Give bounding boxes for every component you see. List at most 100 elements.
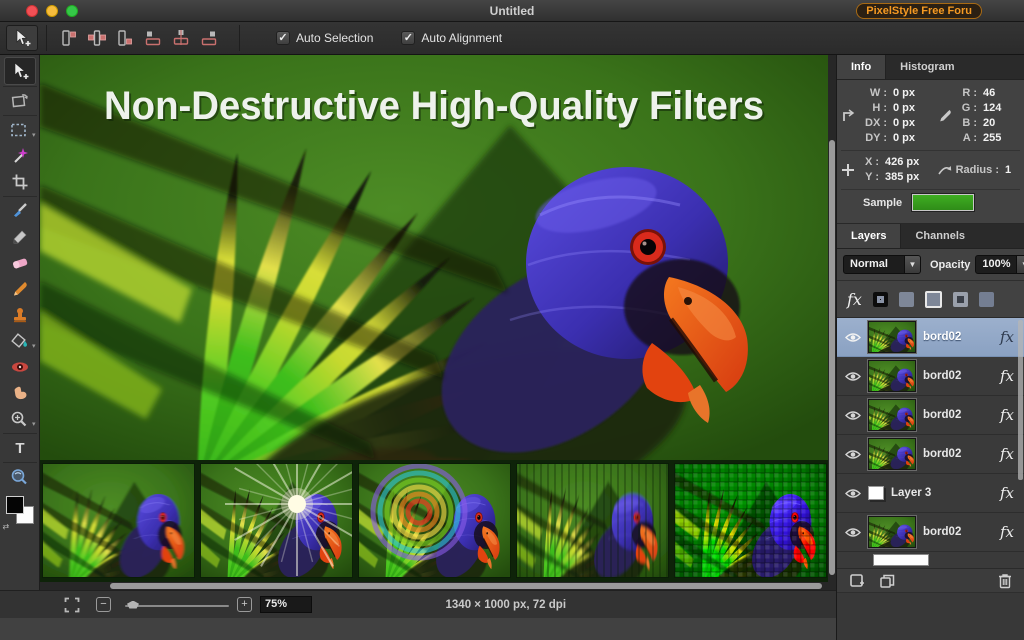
new-layer-icon[interactable]	[849, 573, 865, 589]
zoom-percentage-field[interactable]: 75%	[260, 596, 312, 613]
filter-thumbnail-motion-blur[interactable]	[42, 463, 195, 578]
tool-pencil[interactable]	[4, 224, 36, 250]
tool-crop[interactable]	[4, 169, 36, 195]
sample-color-swatch[interactable]	[912, 194, 974, 211]
tool-marquee-select[interactable]: ▾	[4, 117, 36, 143]
layer-thumbnail[interactable]	[868, 486, 884, 500]
layer-style-button-4[interactable]	[953, 292, 968, 307]
layer-style-button-1[interactable]	[873, 292, 888, 307]
layer-fx-button[interactable]: fx	[1000, 367, 1014, 385]
visibility-eye-icon[interactable]	[845, 449, 861, 460]
zoom-out-button[interactable]: −	[96, 597, 111, 612]
layer-name[interactable]: bord02	[923, 448, 993, 460]
layer-thumbnail[interactable]	[868, 399, 916, 431]
visibility-eye-icon[interactable]	[845, 527, 861, 538]
tool-eyedropper[interactable]	[4, 276, 36, 302]
layer-name[interactable]: bord02	[923, 409, 993, 421]
layer-fx-button[interactable]: fx	[1000, 484, 1014, 502]
tool-move[interactable]	[4, 57, 36, 85]
layer-row[interactable]: bord02 fx	[837, 396, 1024, 435]
tool-brush[interactable]	[4, 198, 36, 224]
foreground-color-swatch[interactable]	[6, 496, 24, 514]
tab-histogram[interactable]: Histogram	[886, 55, 968, 79]
tab-channels[interactable]: Channels	[901, 224, 979, 248]
layer-fx-button[interactable]: fx	[1000, 328, 1014, 346]
align-right-button[interactable]	[111, 25, 139, 51]
swap-colors-icon[interactable]: ⇄	[3, 522, 10, 531]
filter-thumbnail-zoom-rays[interactable]	[200, 463, 353, 578]
blend-mode-dropdown[interactable]: Normal	[843, 255, 905, 274]
vertical-scroll-thumb[interactable]	[829, 140, 835, 575]
align-left-button[interactable]	[55, 25, 83, 51]
visibility-eye-icon[interactable]	[845, 488, 861, 499]
layer-fx-button[interactable]: fx	[1000, 406, 1014, 424]
layer-fx-button[interactable]: fx	[1000, 523, 1014, 541]
visibility-eye-icon[interactable]	[845, 410, 861, 421]
auto-alignment-checkbox[interactable]: ✓ Auto Alignment	[401, 31, 502, 45]
layer-style-button-5[interactable]	[979, 292, 994, 307]
visibility-eye-icon[interactable]	[845, 332, 861, 343]
opacity-dropdown[interactable]: 100%	[975, 255, 1017, 274]
layer-thumbnail[interactable]	[868, 360, 916, 392]
layer-row-partial[interactable]	[837, 552, 1024, 568]
tool-clone-stamp[interactable]	[4, 302, 36, 328]
document-canvas[interactable]: Non-Destructive High-Quality Filters Non…	[40, 55, 828, 460]
opacity-dropdown-arrow[interactable]: ▼	[1017, 255, 1024, 274]
info-r-label: R :	[953, 86, 977, 101]
visibility-eye-icon[interactable]	[845, 371, 861, 382]
layer-name[interactable]: bord02	[923, 370, 993, 382]
tool-smudge[interactable]	[4, 380, 36, 406]
align-center-horizontal-button[interactable]	[83, 25, 111, 51]
align-bottom-button[interactable]	[195, 25, 223, 51]
layer-fx-button[interactable]: fx	[1000, 445, 1014, 463]
tool-transform[interactable]	[4, 88, 36, 114]
filter-thumbnail-rainbow-glow[interactable]	[358, 463, 511, 578]
layer-row[interactable]: bord02 fx	[837, 435, 1024, 474]
tool-red-eye[interactable]	[4, 354, 36, 380]
filter-thumbnail-mosaic-pixelate[interactable]	[674, 463, 827, 578]
filter-thumbnail-streak-extrude[interactable]	[516, 463, 669, 578]
pixelstyle-badge[interactable]: PixelStyle Free Foru	[856, 3, 982, 19]
zoom-slider[interactable]	[125, 598, 229, 612]
layer-row[interactable]: bord02 fx	[837, 513, 1024, 552]
tool-text[interactable]: T	[4, 435, 36, 461]
align-top-button[interactable]	[139, 25, 167, 51]
horizontal-scroll-thumb[interactable]	[110, 583, 822, 589]
fit-to-screen-icon[interactable]	[64, 597, 80, 613]
duplicate-layer-icon[interactable]	[879, 573, 896, 589]
canvas-vertical-scrollbar[interactable]	[828, 55, 836, 582]
layer-row[interactable]: bord02 fx	[837, 318, 1024, 357]
zoom-slider-track[interactable]	[125, 605, 229, 607]
separator	[3, 462, 37, 463]
layer-thumbnail[interactable]	[868, 516, 916, 548]
align-middle-vertical-button[interactable]	[167, 25, 195, 51]
layer-name[interactable]: Layer 3	[891, 487, 993, 499]
delete-layer-trash-icon[interactable]	[998, 573, 1012, 589]
auto-selection-checkbox[interactable]: ✓ Auto Selection	[276, 31, 373, 45]
layers-scrollbar-thumb[interactable]	[1018, 320, 1023, 480]
layer-style-button-3[interactable]	[925, 291, 942, 308]
tool-magic-wand[interactable]	[4, 143, 36, 169]
layer-row[interactable]: bord02 fx	[837, 357, 1024, 396]
tool-effects-magnifier[interactable]	[4, 464, 36, 490]
layer-thumbnail[interactable]	[868, 321, 916, 353]
current-tool-indicator[interactable]	[6, 25, 38, 51]
tool-eraser[interactable]	[4, 250, 36, 276]
layer-name[interactable]: bord02	[923, 331, 993, 343]
zoom-slider-thumb[interactable]	[127, 601, 139, 609]
checkbox-box[interactable]: ✓	[401, 31, 415, 45]
canvas-horizontal-scrollbar[interactable]	[40, 582, 836, 590]
tab-info[interactable]: Info	[837, 55, 886, 79]
layer-thumbnail[interactable]	[873, 554, 929, 566]
blend-mode-dropdown-arrow[interactable]: ▼	[905, 255, 921, 274]
tab-layers[interactable]: Layers	[837, 224, 901, 248]
layer-thumbnail[interactable]	[868, 438, 916, 470]
tool-flyout-caret: ▾	[32, 131, 36, 139]
layer-row[interactable]: Layer 3 fx	[837, 474, 1024, 513]
tool-paint-bucket[interactable]: ▾	[4, 328, 36, 354]
zoom-in-button[interactable]: +	[237, 597, 252, 612]
layer-name[interactable]: bord02	[923, 526, 993, 538]
layer-style-button-2[interactable]	[899, 292, 914, 307]
checkbox-box[interactable]: ✓	[276, 31, 290, 45]
tool-zoom[interactable]: ▾	[4, 406, 36, 432]
